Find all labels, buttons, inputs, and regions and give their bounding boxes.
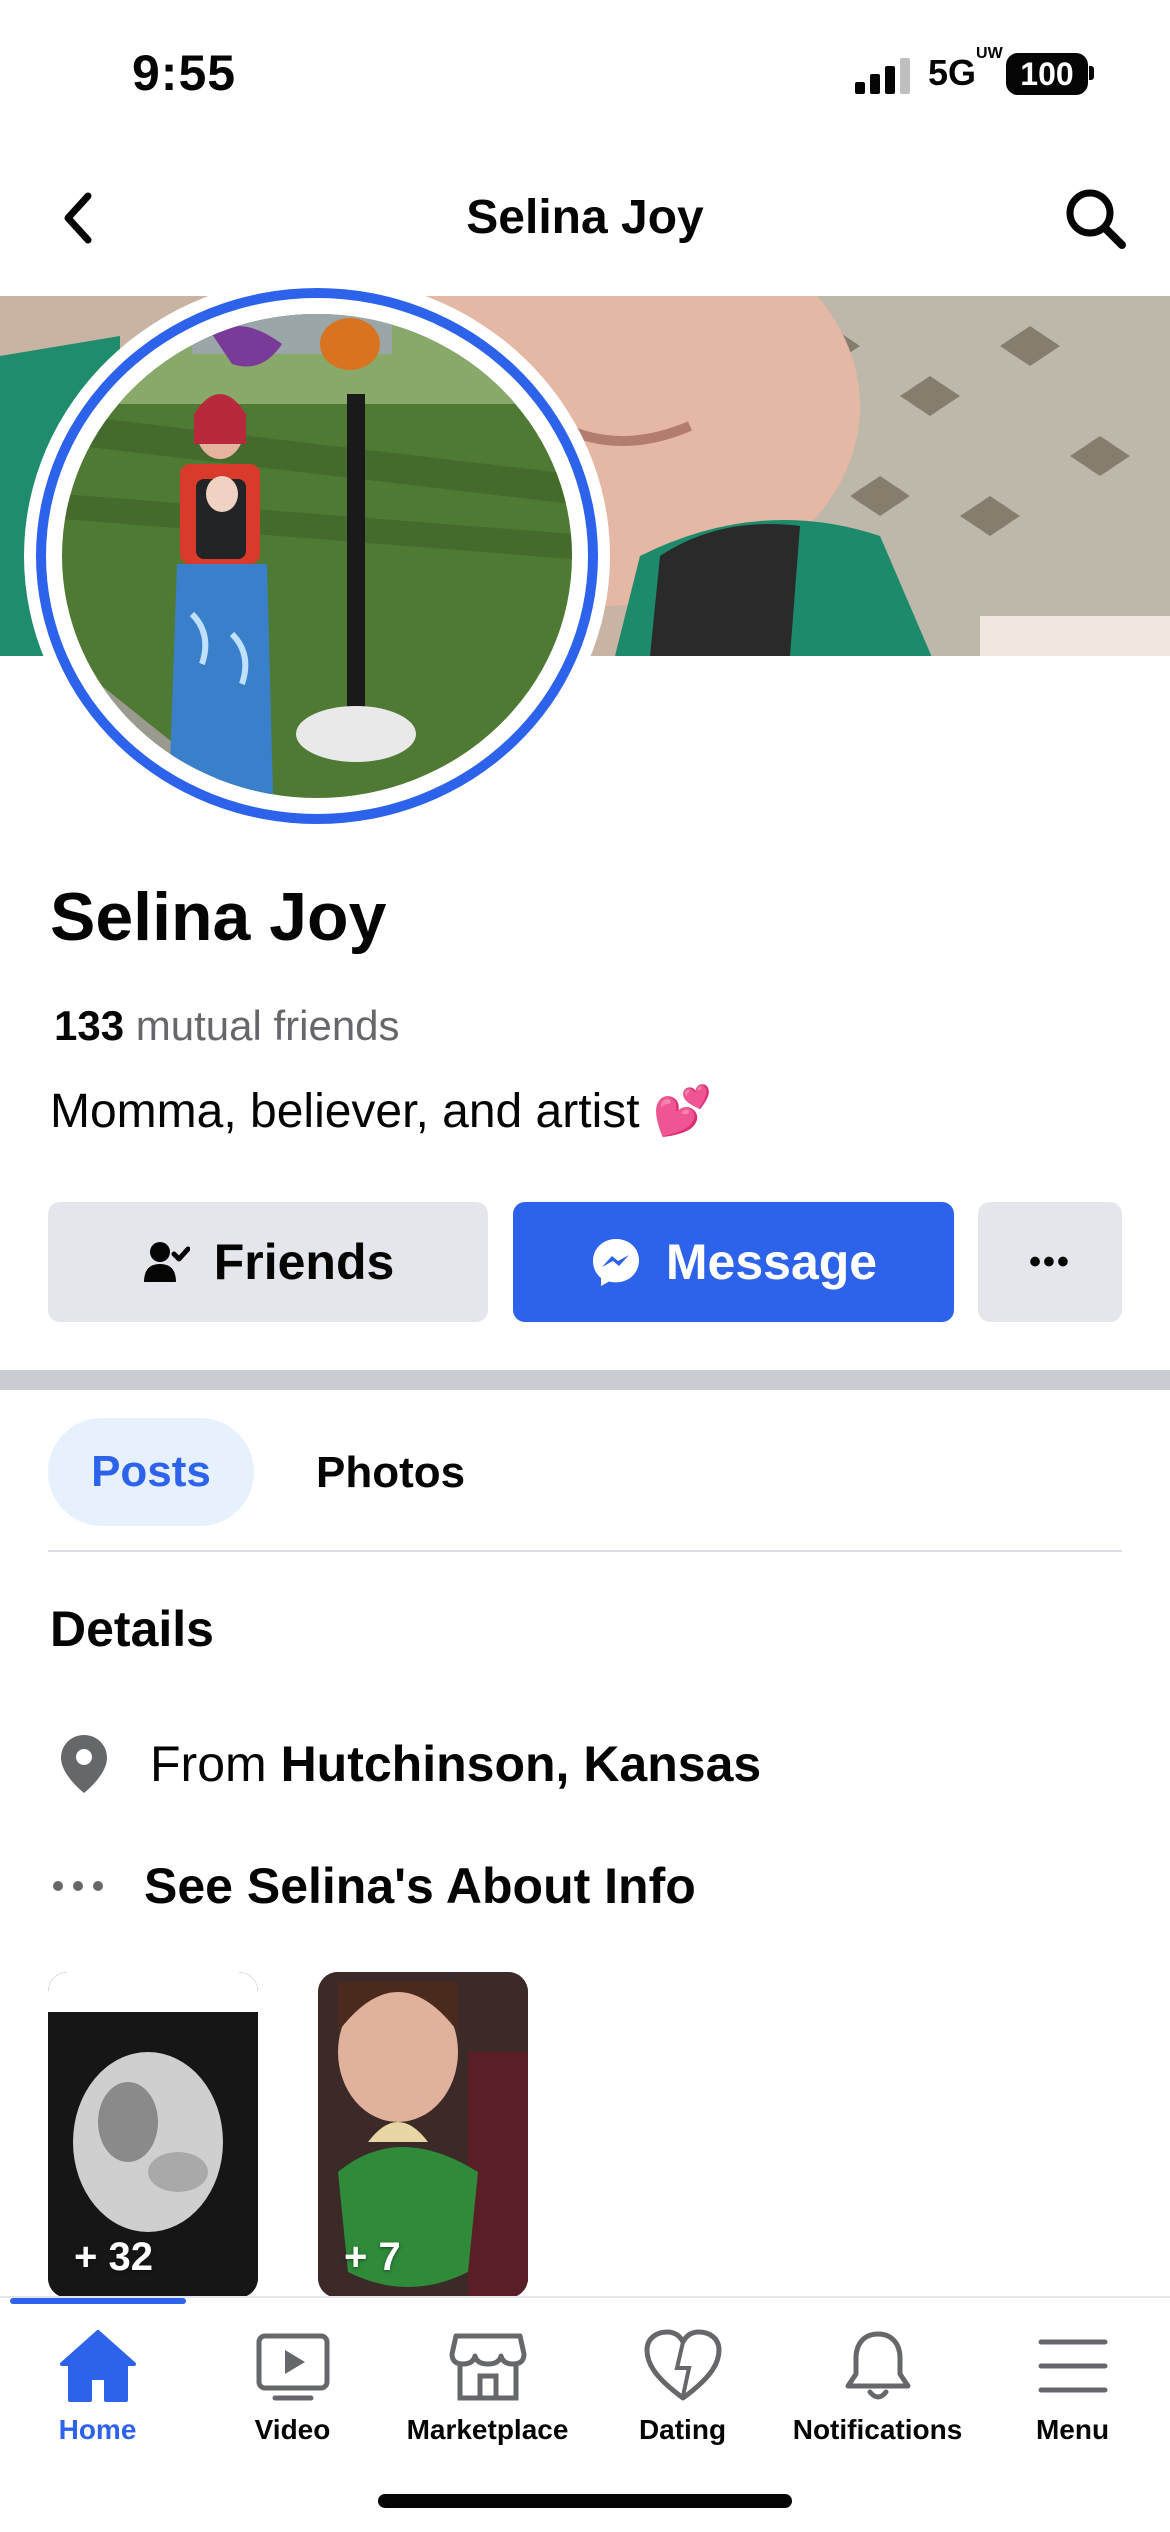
tab-photos[interactable]: Photos <box>316 1448 465 1498</box>
network-indicator: 5GUW <box>928 45 1003 93</box>
tabs-divider <box>48 1550 1122 1552</box>
nav-marketplace[interactable]: Marketplace <box>390 2328 585 2478</box>
search-button[interactable] <box>1060 183 1130 253</box>
nav-menu[interactable]: Menu <box>975 2328 1170 2478</box>
message-label: Message <box>665 1234 878 1290</box>
profile-avatar[interactable] <box>36 288 598 824</box>
profile-bio: Momma, believer, and artist 💕 <box>50 1082 713 1139</box>
nav-label: Video <box>254 2414 331 2445</box>
mutual-count: 133 <box>54 1002 125 1049</box>
status-time: 9:55 <box>132 45 237 101</box>
friends-button[interactable]: Friends <box>48 1202 488 1322</box>
more-dots-icon: ••• <box>1029 1242 1071 1281</box>
photo-album-tile[interactable]: + 32 <box>48 1972 258 2298</box>
heart-emoji-icon: 💕 <box>652 1085 713 1138</box>
friends-label: Friends <box>213 1234 395 1290</box>
messenger-icon <box>592 1239 639 1286</box>
menu-icon <box>1038 2339 1107 2393</box>
home-indicator <box>378 2494 792 2508</box>
nav-dating[interactable]: Dating <box>585 2328 780 2478</box>
profile-avatar-image <box>62 314 572 798</box>
search-icon <box>1066 189 1126 249</box>
message-button[interactable]: Message <box>513 1202 954 1322</box>
profile-header: Selina Joy <box>0 168 1170 268</box>
status-bar: 9:55 5GUW 100 <box>0 0 1170 150</box>
nav-label: Home <box>58 2414 137 2445</box>
dating-icon <box>644 2329 721 2401</box>
more-options-button[interactable]: ••• <box>978 1202 1122 1322</box>
nav-label: Dating <box>638 2414 727 2445</box>
video-icon <box>256 2333 329 2401</box>
profile-name: Selina Joy <box>50 879 387 955</box>
nav-label: Marketplace <box>406 2414 569 2445</box>
battery-icon: 100 <box>1006 53 1088 95</box>
more-dots-icon <box>53 1881 103 1891</box>
nav-video[interactable]: Video <box>195 2328 390 2478</box>
nav-label: Menu <box>1035 2414 1110 2445</box>
from-prefix: From <box>150 1736 267 1792</box>
detail-hometown: From Hutchinson, Kansas <box>58 1732 761 1796</box>
nav-label: Notifications <box>792 2414 963 2445</box>
album-count: + 7 <box>344 2235 401 2279</box>
details-title: Details <box>50 1601 214 1657</box>
header-title: Selina Joy <box>466 191 704 244</box>
nav-notifications[interactable]: Notifications <box>780 2328 975 2478</box>
see-about-info[interactable]: See Selina's About Info <box>52 1854 696 1918</box>
nav-home[interactable]: Home <box>0 2328 195 2478</box>
marketplace-icon <box>449 2333 526 2401</box>
friend-check-icon <box>143 1242 190 1282</box>
about-label: See Selina's About Info <box>144 1858 696 1914</box>
from-place: Hutchinson, Kansas <box>280 1736 762 1792</box>
bell-icon <box>845 2331 910 2400</box>
signal-icon <box>855 58 911 94</box>
photo-album-tile[interactable]: + 7 <box>318 1972 528 2298</box>
tab-posts[interactable]: Posts <box>48 1418 254 1526</box>
home-icon <box>59 2330 136 2402</box>
mutual-friends[interactable]: 133 mutual friends <box>54 1002 400 1050</box>
active-tab-indicator <box>10 2298 186 2304</box>
section-divider <box>0 1370 1170 1390</box>
location-pin-icon <box>61 1735 107 1793</box>
album-count: + 32 <box>74 2235 153 2279</box>
bio-text: Momma, believer, and artist <box>50 1085 640 1138</box>
battery-tip <box>1089 66 1094 80</box>
mutual-label: mutual friends <box>135 1002 400 1049</box>
